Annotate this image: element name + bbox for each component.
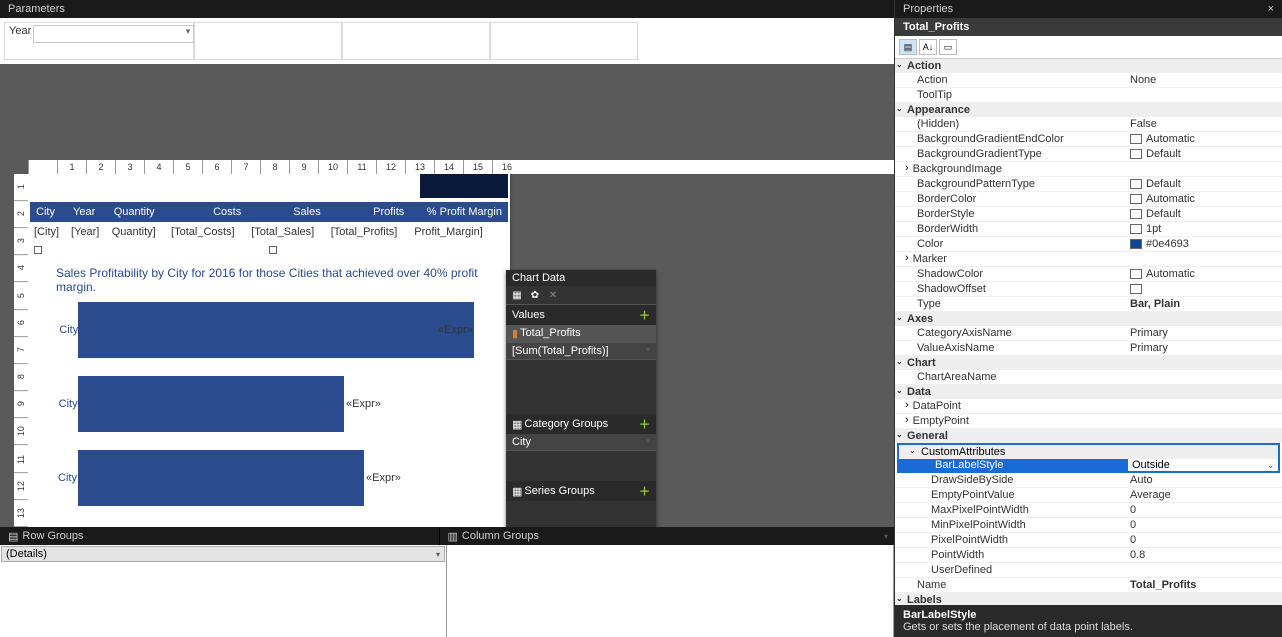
col-qty[interactable]: Quantity [108,202,167,222]
ruler-vertical: 12345678910111213 [14,174,28,527]
rowgroups-icon: ▤ [8,530,18,543]
col-year[interactable]: Year [67,202,108,222]
cat-item[interactable]: City [512,436,531,448]
chevron-down-icon[interactable] [896,432,903,441]
tablix[interactable]: City Year Quantity Costs Sales Profits %… [30,202,508,242]
bar-expr: «Expr» [346,398,381,410]
bar-label: City D [46,472,88,484]
seriesgroups-label: Series Groups [524,485,594,498]
param-year-select[interactable] [33,25,194,43]
bar-label: City E [46,398,88,410]
groups-bar: ▤ Row Groups ▥ Column Groups ▾ [0,527,894,545]
grid-icon: ▦ [512,418,522,431]
bar[interactable] [78,376,344,432]
cell-qty[interactable]: Quantity] [108,222,167,242]
chevron-down-icon[interactable] [896,106,903,115]
rowgroups-label: Row Groups [22,530,83,542]
chevron-down-icon[interactable] [896,359,903,368]
selected-object: Total_Profits [895,18,1282,36]
cell-sales[interactable]: [Total_Sales] [247,222,327,242]
col-city[interactable]: City [30,202,67,222]
cd-gear-icon[interactable]: ✿ [528,288,542,302]
bar-expr: «Expr» [438,324,473,336]
bar-expr: «Expr» [366,472,401,484]
report-header-block [420,174,508,198]
resize-handle[interactable] [269,246,277,254]
colgroups-icon: ▥ [448,530,458,543]
property-grid[interactable]: Action ActionNone ToolTip Appearance (Hi… [895,59,1282,605]
chevron-down-icon[interactable] [896,315,903,324]
groups-menu-icon[interactable]: ▾ [878,532,894,541]
properties-title: Properties [903,3,953,15]
report-canvas[interactable]: City Year Quantity Costs Sales Profits %… [28,174,510,527]
param-year-label: Year [9,25,31,37]
cd-grid-icon[interactable]: ▦ [510,288,524,302]
col-profits[interactable]: Profits [327,202,411,222]
col-sales[interactable]: Sales [247,202,327,222]
chevron-right-icon[interactable] [905,399,909,413]
cell-year[interactable]: [Year] [67,222,108,242]
series-icon: ▮ [512,327,518,340]
categorized-icon[interactable]: ▤ [899,39,917,55]
chevron-down-icon[interactable] [896,388,903,397]
param-empty-3 [490,22,638,60]
design-surface[interactable]: 12345678910111213141516 1234567891011121… [0,64,894,527]
grid-icon: ▦ [512,485,522,498]
param-empty-1 [194,22,342,60]
cell-profits[interactable]: [Total_Profits] [327,222,411,242]
resize-handle[interactable] [34,246,42,254]
dropdown-icon[interactable]: ▾ [646,327,650,340]
chart-data-panel[interactable]: Chart Data ▦ ✿ ✕ Values ＋ ▮Total_Profits ▾… [506,270,656,527]
add-value-button[interactable]: ＋ [639,307,650,323]
chart-title[interactable]: Sales Profitability by City for 2016 for… [28,258,510,302]
chevron-right-icon[interactable] [905,252,909,266]
colgroups-label: Column Groups [462,530,539,542]
value-expr[interactable]: [Sum(Total_Profits)] [512,345,609,357]
chevron-down-icon[interactable] [896,596,903,605]
parameters-header: Parameters [0,0,894,18]
property-pages-icon[interactable]: ▭ [939,39,957,55]
parameters-body: Year [0,18,894,64]
alphabetical-icon[interactable]: A↓ [919,39,937,55]
dropdown-icon[interactable]: ▾ [646,345,650,357]
bar[interactable] [78,450,364,506]
ruler-horizontal: 12345678910111213141516 [28,160,894,174]
customattributes-highlight: CustomAttributes BarLabelStyle Outside⌄ [897,443,1280,473]
cell-city[interactable]: [City] [30,222,67,242]
chart-data-title: Chart Data [506,270,656,286]
cell-margin[interactable]: Profit_Margin] [410,222,508,242]
add-seriesgroup-button[interactable]: ＋ [639,483,650,499]
cell-costs[interactable]: [Total_Costs] [167,222,247,242]
chart-bars[interactable]: City F «Expr» City E «Expr» City D «Expr… [28,302,510,506]
cd-close-icon[interactable]: ✕ [546,288,560,302]
dropdown-icon[interactable]: ▾ [646,436,650,448]
col-costs[interactable]: Costs [167,202,247,222]
dropdown-icon[interactable]: ⌄ [1267,461,1274,470]
chevron-right-icon[interactable] [905,414,909,428]
rowgroup-details[interactable]: (Details)▾ [1,546,445,562]
bar[interactable] [78,302,474,358]
param-empty-2 [342,22,490,60]
col-margin[interactable]: % Profit Margin [410,202,508,222]
catgroups-label: Category Groups [524,418,608,431]
chevron-down-icon[interactable] [896,62,903,71]
bar-label: City F [46,324,88,336]
chevron-right-icon[interactable] [905,162,909,176]
chevron-down-icon[interactable] [909,448,916,457]
values-section-label: Values [512,309,545,321]
property-description: BarLabelStyle Gets or sets the placement… [895,605,1282,637]
add-catgroup-button[interactable]: ＋ [639,416,650,432]
value-item[interactable]: Total_Profits [520,327,581,340]
barlabelstyle-row[interactable]: BarLabelStyle Outside⌄ [899,459,1278,471]
close-icon[interactable]: × [1268,3,1274,15]
